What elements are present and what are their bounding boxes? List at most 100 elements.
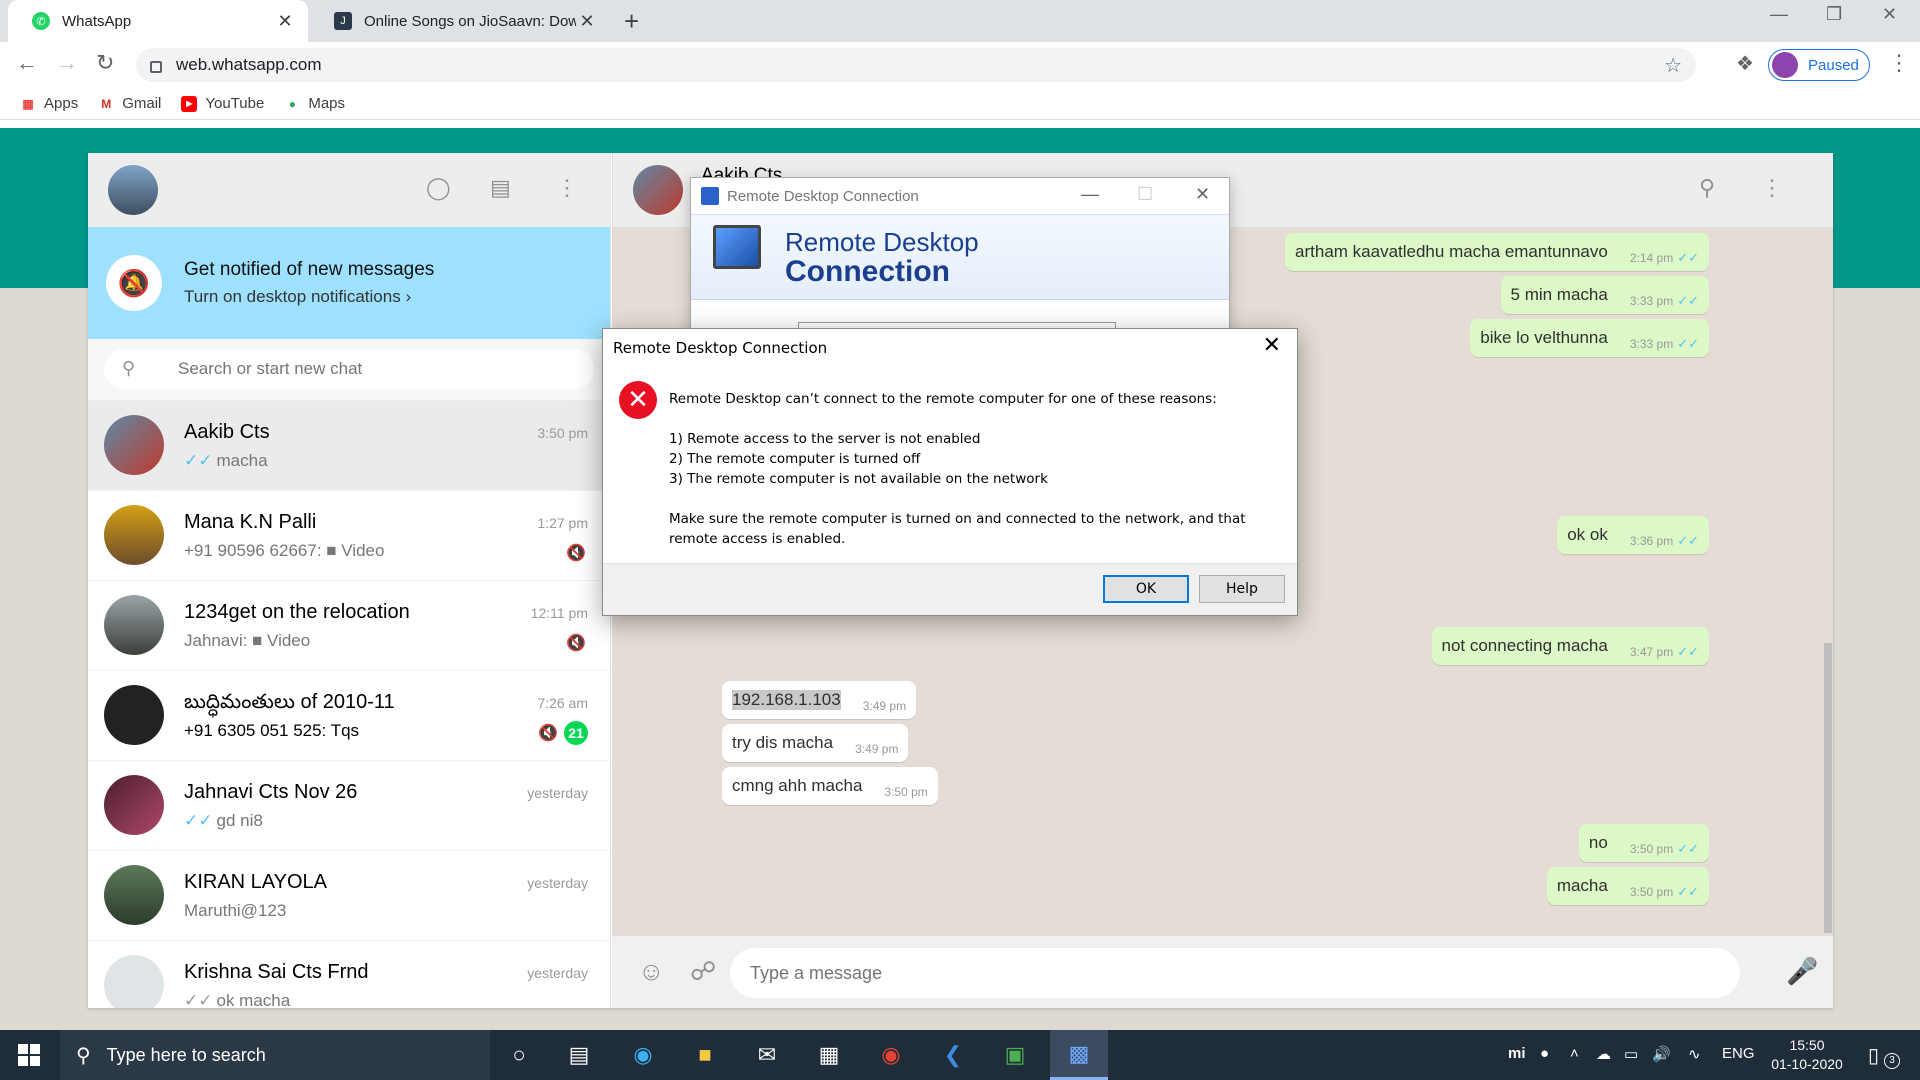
tab-whatsapp[interactable]: ✆ WhatsApp ✕ bbox=[8, 0, 308, 42]
maximize-icon[interactable]: ☐ bbox=[1137, 184, 1153, 205]
battery-icon[interactable]: ▭ bbox=[1624, 1045, 1638, 1063]
message-outgoing[interactable]: ok ok 3:36 pm ✓✓ bbox=[1557, 516, 1709, 554]
rdc-titlebar[interactable]: Remote Desktop Connection — ☐ ✕ bbox=[691, 178, 1229, 214]
message-outgoing[interactable]: macha 3:50 pm ✓✓ bbox=[1546, 867, 1709, 905]
chat-item[interactable]: బుద్ధిమంతులు of 2010-11 7:26 am +91 6305… bbox=[88, 671, 610, 761]
file-explorer-icon[interactable]: ■ bbox=[676, 1030, 734, 1080]
extensions-icon[interactable]: ❖ bbox=[1736, 51, 1754, 76]
message-outgoing[interactable]: artham kaavatledhu macha emantunnavo 2:14… bbox=[1285, 233, 1709, 271]
message-incoming[interactable]: try dis macha 3:49 pm bbox=[722, 724, 909, 762]
browser-toolbar: ← → ↻ web.whatsapp.com ☆ ❖ Paused ⋮ bbox=[0, 42, 1920, 88]
my-avatar[interactable] bbox=[108, 165, 158, 215]
menu-icon[interactable]: ⋮ bbox=[556, 175, 578, 201]
chat-time: 7:26 am bbox=[537, 695, 588, 711]
clock[interactable]: 15:50 01-10-2020 bbox=[1762, 1036, 1852, 1074]
scrollbar[interactable] bbox=[1824, 643, 1832, 933]
help-button[interactable]: Help bbox=[1199, 575, 1285, 603]
app-icon[interactable]: ▣ bbox=[986, 1030, 1044, 1080]
back-icon[interactable]: ← bbox=[16, 50, 38, 76]
minimize-icon[interactable]: — bbox=[1081, 184, 1099, 205]
search-input[interactable] bbox=[178, 357, 578, 381]
notification-banner[interactable]: 🔕 Get notified of new messages Turn on d… bbox=[88, 227, 610, 339]
status-icon[interactable]: ◯ bbox=[426, 175, 451, 201]
restore-icon[interactable]: ❐ bbox=[1826, 4, 1842, 25]
chat-item[interactable]: 1234get on the relocation 12:11 pm Jahna… bbox=[88, 581, 610, 671]
double-tick-icon: ✓✓ bbox=[1677, 841, 1699, 856]
message-outgoing[interactable]: no 3:50 pm ✓✓ bbox=[1578, 824, 1709, 862]
chat-item[interactable]: KIRAN LAYOLA yesterday Maruthi@123 bbox=[88, 851, 610, 941]
new-tab-button[interactable]: + bbox=[624, 6, 639, 37]
windows-start-icon[interactable] bbox=[18, 1044, 40, 1066]
message-time: 3:33 pm bbox=[1629, 337, 1674, 351]
cortana-icon[interactable]: ○ bbox=[490, 1030, 548, 1080]
error-dialog[interactable]: Remote Desktop Connection ✕ ✕ Remote Des… bbox=[602, 328, 1298, 616]
chat-preview: +91 90596 62667: ■ Video bbox=[184, 541, 385, 560]
language-indicator[interactable]: ENG bbox=[1722, 1045, 1755, 1062]
vscode-icon[interactable]: ❮ bbox=[924, 1030, 982, 1080]
chat-time: yesterday bbox=[527, 875, 588, 891]
clock-date: 01-10-2020 bbox=[1771, 1056, 1843, 1072]
browser-menu-icon[interactable]: ⋮ bbox=[1888, 50, 1910, 76]
menu-icon[interactable]: ⋮ bbox=[1761, 175, 1783, 201]
mi-icon[interactable]: mi bbox=[1508, 1045, 1526, 1062]
close-tab-icon[interactable]: ✕ bbox=[274, 11, 296, 32]
forward-icon[interactable]: → bbox=[56, 50, 78, 76]
attach-icon[interactable]: ☍ bbox=[690, 956, 716, 987]
search-box[interactable]: ⚲ bbox=[104, 349, 594, 389]
message-incoming[interactable]: cmng ahh macha 3:50 pm bbox=[722, 767, 938, 805]
chat-preview: Jahnavi: ■ Video bbox=[184, 631, 311, 650]
message-outgoing[interactable]: bike lo velthunna 3:33 pm ✓✓ bbox=[1470, 319, 1709, 357]
error-intro: Remote Desktop can’t connect to the remo… bbox=[669, 391, 1217, 407]
chat-item[interactable]: Aakib Cts 3:50 pm ✓✓ macha bbox=[88, 401, 610, 491]
profile-button[interactable]: Paused bbox=[1768, 49, 1870, 81]
chrome-icon[interactable]: ◉ bbox=[862, 1030, 920, 1080]
contact-avatar[interactable] bbox=[633, 165, 683, 215]
message-time: 2:14 pm bbox=[1629, 251, 1674, 265]
notification-center-icon[interactable]: ▯ 3 bbox=[1868, 1043, 1900, 1069]
chevron-up-icon[interactable]: ˄ bbox=[1570, 1045, 1579, 1062]
bookmark-star-icon[interactable]: ☆ bbox=[1664, 53, 1682, 78]
close-window-icon[interactable]: ✕ bbox=[1882, 4, 1897, 25]
store-icon[interactable]: ▦ bbox=[800, 1030, 858, 1080]
reload-icon[interactable]: ↻ bbox=[96, 50, 114, 76]
close-icon[interactable]: ✕ bbox=[1195, 184, 1210, 205]
chat-item[interactable]: Krishna Sai Cts Frnd yesterday ✓✓ ok mach… bbox=[88, 941, 610, 1008]
message-outgoing[interactable]: not connecting macha 3:47 pm ✓✓ bbox=[1431, 627, 1709, 665]
rdc-window[interactable]: Remote Desktop Connection — ☐ ✕ Remote D… bbox=[690, 177, 1230, 342]
minimize-icon[interactable]: — bbox=[1770, 4, 1788, 25]
sidebar-header: ◯ ▤ ⋮ bbox=[88, 153, 610, 227]
chat-time: yesterday bbox=[527, 785, 588, 801]
avatar bbox=[1772, 52, 1798, 78]
bookmark-apps[interactable]: ▦ Apps bbox=[20, 95, 78, 112]
bookmark-maps[interactable]: ● Maps bbox=[284, 95, 345, 112]
edge-icon[interactable]: ◉ bbox=[614, 1030, 672, 1080]
mail-icon[interactable]: ✉ bbox=[738, 1030, 796, 1080]
microphone-icon[interactable]: 🎤 bbox=[1786, 956, 1818, 987]
chat-item[interactable]: Jahnavi Cts Nov 26 yesterday ✓✓ gd ni8 bbox=[88, 761, 610, 851]
bookmark-youtube[interactable]: ▶ YouTube bbox=[181, 95, 264, 112]
ok-button[interactable]: OK bbox=[1103, 575, 1189, 603]
chat-item[interactable]: Mana K.N Palli 1:27 pm +91 90596 62667: … bbox=[88, 491, 610, 581]
notification-link[interactable]: Turn on desktop notifications › bbox=[184, 287, 411, 307]
message-outgoing[interactable]: 5 min macha 3:33 pm ✓✓ bbox=[1500, 276, 1709, 314]
address-bar[interactable]: web.whatsapp.com ☆ bbox=[136, 48, 1696, 82]
message-time: 3:49 pm bbox=[862, 699, 907, 713]
volume-icon[interactable]: 🔊 bbox=[1652, 1045, 1671, 1063]
tray-app-icon[interactable]: ● bbox=[1540, 1045, 1549, 1062]
lock-icon bbox=[150, 61, 162, 73]
message-input[interactable] bbox=[730, 948, 1740, 998]
tab-jiosaavn[interactable]: J Online Songs on JioSaavn: Down ✕ bbox=[310, 0, 610, 42]
close-icon[interactable]: ✕ bbox=[1263, 333, 1281, 358]
close-tab-icon[interactable]: ✕ bbox=[576, 11, 598, 32]
new-chat-icon[interactable]: ▤ bbox=[490, 175, 511, 201]
message-incoming[interactable]: 192.168.1.103 3:49 pm bbox=[722, 681, 917, 719]
emoji-icon[interactable]: ☺ bbox=[638, 956, 665, 987]
search-icon[interactable]: ⚲ bbox=[1699, 175, 1715, 201]
task-view-icon[interactable]: ▤ bbox=[550, 1030, 608, 1080]
taskbar-search[interactable]: ⚲ Type here to search bbox=[60, 1030, 490, 1080]
remote-desktop-icon[interactable]: ▩ bbox=[1050, 1030, 1108, 1080]
bookmark-gmail[interactable]: M Gmail bbox=[98, 95, 161, 112]
wifi-icon[interactable]: ∿ bbox=[1688, 1045, 1701, 1063]
message-time: 3:50 pm bbox=[1629, 842, 1674, 856]
onedrive-icon[interactable]: ☁ bbox=[1596, 1045, 1611, 1063]
